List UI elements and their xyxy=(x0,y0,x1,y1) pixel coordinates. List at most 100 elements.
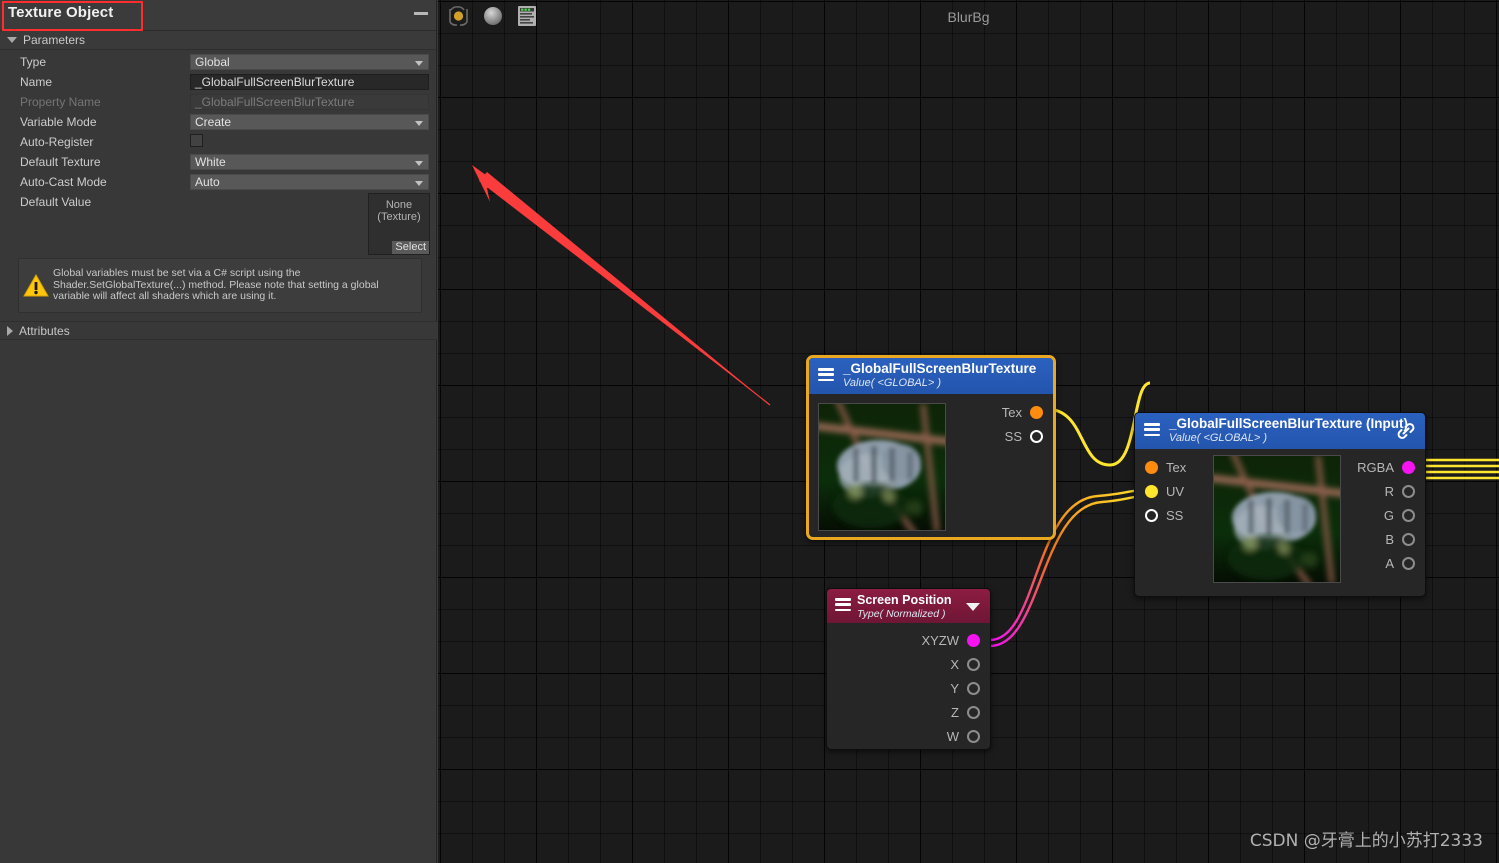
row-label-default-value: Default Value xyxy=(20,195,92,209)
screen-position-node[interactable]: Screen Position Type( Normalized ) XYZW … xyxy=(826,588,991,750)
chevron-down-icon[interactable] xyxy=(966,603,980,611)
blackboard-icon[interactable] xyxy=(514,4,540,28)
hamburger-icon[interactable] xyxy=(1144,423,1160,436)
chevron-down-icon xyxy=(415,121,423,126)
node-header[interactable]: _GlobalFullScreenBlurTexture (Input) Val… xyxy=(1135,413,1425,449)
port-dot-tex[interactable] xyxy=(1145,460,1158,474)
row-default-texture: Default Texture White xyxy=(0,152,436,172)
field-name[interactable]: _GlobalFullScreenBlurTexture xyxy=(190,74,429,90)
node-preview-thumbnail xyxy=(1213,455,1341,583)
node-settings-inspector-panel: Texture Object Parameters Type Global Na… xyxy=(0,0,437,863)
node-title: _GlobalFullScreenBlurTexture (Input) xyxy=(1169,416,1409,431)
graph-toolbar[interactable] xyxy=(446,4,540,28)
port-row-r[interactable]: R xyxy=(1357,479,1425,503)
port-dot-rgba[interactable] xyxy=(1402,460,1415,474)
port-row-xyzw[interactable]: XYZW xyxy=(921,628,990,652)
node-body: Tex UV SS RGBA R G B A xyxy=(1135,449,1425,594)
port-row-tex[interactable]: Tex xyxy=(1135,455,1186,479)
texture-property-node[interactable]: _GlobalFullScreenBlurTexture Value( <GLO… xyxy=(806,355,1056,540)
port-dot-r[interactable] xyxy=(1402,484,1415,498)
port-dot-tex[interactable] xyxy=(1030,405,1043,419)
object-field-line1: None xyxy=(385,199,413,211)
link-icon[interactable] xyxy=(1395,421,1417,446)
page-title: Texture Object xyxy=(8,4,114,21)
node-header[interactable]: Screen Position Type( Normalized ) xyxy=(827,589,990,623)
port-label: SS xyxy=(1166,507,1184,523)
port-dot-a[interactable] xyxy=(1402,556,1415,570)
warning-help-box: Global variables must be set via a C# sc… xyxy=(18,258,422,313)
port-row-ss[interactable]: SS xyxy=(1135,503,1186,527)
port-dot-x[interactable] xyxy=(967,657,980,671)
node-output-ports: RGBA R G B A xyxy=(1357,455,1425,575)
port-label: UV xyxy=(1166,483,1185,499)
field-default-texture[interactable]: White xyxy=(190,154,429,170)
type-dropdown[interactable]: Global xyxy=(190,54,429,70)
port-dot-b[interactable] xyxy=(1402,532,1415,546)
port-dot-xyzw[interactable] xyxy=(967,633,980,647)
port-label: X xyxy=(950,656,959,672)
attributes-foldout-label: Attributes xyxy=(19,323,70,338)
default-value-object-field[interactable]: None (Texture) Select xyxy=(368,193,430,255)
port-dot-z[interactable] xyxy=(967,705,980,719)
port-row-rgba[interactable]: RGBA xyxy=(1357,455,1425,479)
select-button[interactable]: Select xyxy=(392,241,429,254)
port-label: B xyxy=(1385,531,1394,547)
field-auto-cast-mode[interactable]: Auto xyxy=(190,174,429,190)
port-row-y[interactable]: Y xyxy=(921,676,990,700)
hamburger-icon[interactable] xyxy=(835,598,851,611)
sample-texture-node[interactable]: _GlobalFullScreenBlurTexture (Input) Val… xyxy=(1134,412,1426,597)
port-dot-ss[interactable] xyxy=(1030,429,1043,443)
default-texture-dropdown[interactable]: White xyxy=(190,154,429,170)
port-label: XYZW xyxy=(921,632,959,648)
default-texture-value: White xyxy=(195,155,226,169)
object-field-label: None (Texture) xyxy=(369,194,429,223)
preview-sphere-icon[interactable] xyxy=(480,4,506,28)
port-row-g[interactable]: G xyxy=(1357,503,1425,527)
chevron-down-icon xyxy=(415,161,423,166)
node-subtitle: Type( Normalized ) xyxy=(857,608,946,620)
auto-register-checkbox[interactable] xyxy=(190,134,203,147)
port-row-x[interactable]: X xyxy=(921,652,990,676)
shader-graph-canvas[interactable]: BlurBg _GlobalFullScreenBlurTexture Valu… xyxy=(438,0,1499,863)
port-label: Y xyxy=(950,680,959,696)
name-input[interactable]: _GlobalFullScreenBlurTexture xyxy=(190,74,429,90)
chevron-right-icon xyxy=(7,325,13,336)
node-header[interactable]: _GlobalFullScreenBlurTexture Value( <GLO… xyxy=(809,358,1053,394)
attributes-foldout[interactable]: Attributes xyxy=(0,321,437,340)
port-label: Z xyxy=(951,704,959,720)
port-row-uv[interactable]: UV xyxy=(1135,479,1186,503)
port-row-tex[interactable]: Tex xyxy=(1002,400,1053,424)
row-label-property-name: Property Name xyxy=(20,95,101,109)
variable-mode-dropdown[interactable]: Create xyxy=(190,114,429,130)
port-row-w[interactable]: W xyxy=(921,724,990,748)
field-type[interactable]: Global xyxy=(190,54,429,70)
port-dot-ss[interactable] xyxy=(1145,508,1158,522)
parameters-body: Type Global Name _GlobalFullScreenBlurTe… xyxy=(0,50,436,212)
port-row-z[interactable]: Z xyxy=(921,700,990,724)
node-title: Screen Position xyxy=(857,593,952,607)
field-property-name: _GlobalFullScreenBlurTexture xyxy=(190,94,429,110)
port-dot-y[interactable] xyxy=(967,681,980,695)
field-variable-mode[interactable]: Create xyxy=(190,114,429,130)
port-label: R xyxy=(1384,483,1394,499)
row-auto-cast-mode: Auto-Cast Mode Auto xyxy=(0,172,436,192)
chevron-down-icon xyxy=(415,61,423,66)
port-label: Tex xyxy=(1001,404,1022,420)
row-type: Type Global xyxy=(0,52,436,72)
parameters-foldout[interactable]: Parameters xyxy=(0,31,436,50)
port-row-ss[interactable]: SS xyxy=(1002,424,1053,448)
field-auto-register[interactable] xyxy=(190,134,429,150)
parameters-foldout-label: Parameters xyxy=(23,33,86,47)
port-dot-g[interactable] xyxy=(1402,508,1415,522)
hamburger-icon[interactable] xyxy=(818,368,834,381)
node-output-ports: XYZW X Y Z W xyxy=(921,628,990,748)
minimize-button[interactable] xyxy=(414,12,428,15)
port-dot-w[interactable] xyxy=(967,729,980,743)
port-dot-uv[interactable] xyxy=(1145,484,1158,498)
port-row-a[interactable]: A xyxy=(1357,551,1425,575)
auto-cast-mode-dropdown[interactable]: Auto xyxy=(190,174,429,190)
save-asset-icon[interactable] xyxy=(446,4,472,28)
port-row-b[interactable]: B xyxy=(1357,527,1425,551)
auto-cast-mode-value: Auto xyxy=(195,175,220,189)
node-input-ports: Tex UV SS xyxy=(1135,455,1186,527)
